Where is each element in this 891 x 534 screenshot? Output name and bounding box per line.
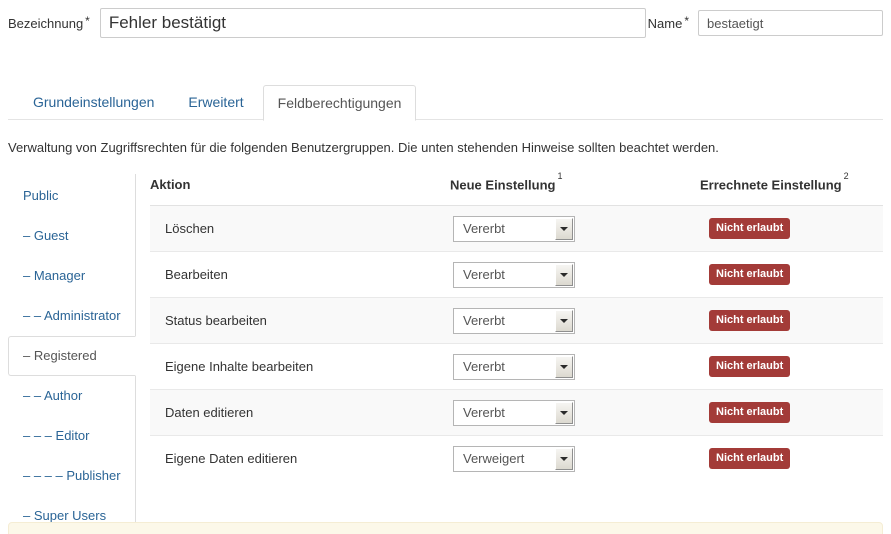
name-field-group: Name* — [648, 10, 883, 36]
status-badge: Nicht erlaubt — [709, 402, 790, 423]
title-input[interactable] — [100, 8, 646, 38]
name-label: Name* — [648, 16, 689, 31]
setting-select-value: Vererbt — [463, 309, 505, 333]
name-required-mark: * — [684, 14, 689, 28]
header-calculated-setting-footnote: 2 — [844, 171, 849, 181]
cell-calculated-setting: Nicht erlaubt — [700, 252, 883, 298]
header-action: Aktion — [150, 174, 450, 206]
group-item-registered[interactable]: – Registered — [8, 336, 136, 376]
setting-select[interactable]: Vererbt — [453, 216, 575, 242]
cell-action: Bearbeiten — [150, 252, 450, 298]
cell-calculated-setting: Nicht erlaubt — [700, 344, 883, 390]
setting-select-value: Vererbt — [463, 217, 505, 241]
setting-select[interactable]: Vererbt — [453, 400, 575, 426]
chevron-down-icon[interactable] — [555, 448, 573, 470]
setting-select[interactable]: Verweigert — [453, 446, 575, 472]
intro-text: Verwaltung von Zugriffsrechten für die f… — [8, 120, 883, 156]
header-new-setting-footnote: 1 — [557, 171, 562, 181]
table-row: Eigene Inhalte bearbeiten Vererbt Nicht er… — [150, 344, 883, 390]
setting-select[interactable]: Vererbt — [453, 308, 575, 334]
setting-select-value: Verweigert — [463, 447, 524, 471]
cell-action: Löschen — [150, 206, 450, 252]
header-action-label: Aktion — [150, 177, 190, 192]
title-required-mark: * — [85, 14, 90, 28]
table-row: Eigene Daten editieren Verweigert Nicht er… — [150, 436, 883, 482]
cell-new-setting: Vererbt — [450, 390, 700, 436]
table-row: Bearbeiten Vererbt Nicht erlaubt — [150, 252, 883, 298]
cell-new-setting: Vererbt — [450, 206, 700, 252]
cell-new-setting: Vererbt — [450, 298, 700, 344]
table-header-row: Aktion Neue Einstellung1 Errechnete Eins… — [150, 174, 883, 206]
tab-feldberechtigungen[interactable]: Feldberechtigungen — [263, 85, 417, 121]
group-item-guest[interactable]: – Guest — [8, 216, 135, 256]
header-new-setting-label: Neue Einstellung — [450, 177, 555, 192]
tab-list: GrundeinstellungenErweitertFeldberechtig… — [8, 84, 883, 120]
group-item-editor[interactable]: – – – Editor — [8, 416, 135, 456]
group-item-public[interactable]: Public — [8, 176, 135, 216]
header-new-setting: Neue Einstellung1 — [450, 174, 700, 206]
chevron-down-icon[interactable] — [555, 402, 573, 424]
setting-select-value: Vererbt — [463, 263, 505, 287]
cell-calculated-setting: Nicht erlaubt — [700, 390, 883, 436]
cell-calculated-setting: Nicht erlaubt — [700, 206, 883, 252]
cell-action: Eigene Inhalte bearbeiten — [150, 344, 450, 390]
notice-alert — [8, 522, 883, 534]
group-item-administrator[interactable]: – – Administrator — [8, 296, 135, 336]
group-item-manager[interactable]: – Manager — [8, 256, 135, 296]
setting-select-value: Vererbt — [463, 401, 505, 425]
group-item-author[interactable]: – – Author — [8, 376, 135, 416]
cell-new-setting: Vererbt — [450, 252, 700, 298]
cell-action: Eigene Daten editieren — [150, 436, 450, 482]
status-badge: Nicht erlaubt — [709, 356, 790, 377]
cell-calculated-setting: Nicht erlaubt — [700, 436, 883, 482]
form-header: Bezeichnung* Name* — [8, 0, 883, 38]
permissions-table-head: Aktion Neue Einstellung1 Errechnete Eins… — [150, 174, 883, 206]
cell-action: Daten editieren — [150, 390, 450, 436]
cell-calculated-setting: Nicht erlaubt — [700, 298, 883, 344]
setting-select[interactable]: Vererbt — [453, 262, 575, 288]
tab-bar: GrundeinstellungenErweitertFeldberechtig… — [8, 84, 883, 120]
status-badge: Nicht erlaubt — [709, 218, 790, 239]
chevron-down-icon[interactable] — [555, 310, 573, 332]
title-field-group: Bezeichnung* — [8, 8, 646, 38]
tab-grundeinstellungen[interactable]: Grundeinstellungen — [18, 84, 169, 120]
chevron-down-icon[interactable] — [555, 356, 573, 378]
tab-erweitert[interactable]: Erweitert — [173, 84, 258, 120]
chevron-down-icon[interactable] — [555, 264, 573, 286]
status-badge: Nicht erlaubt — [709, 310, 790, 331]
permissions-table-body: Löschen Vererbt Nicht erlaubt Bearbeiten Ver… — [150, 206, 883, 482]
table-row: Daten editieren Vererbt Nicht erlaubt — [150, 390, 883, 436]
setting-select-value: Vererbt — [463, 355, 505, 379]
setting-select[interactable]: Vererbt — [453, 354, 575, 380]
permissions-panel: Public– Guest– Manager– – Administrator–… — [8, 174, 883, 534]
table-row: Status bearbeiten Vererbt Nicht erlaubt — [150, 298, 883, 344]
cell-new-setting: Verweigert — [450, 436, 700, 482]
name-input[interactable] — [698, 10, 883, 36]
header-calculated-setting: Errechnete Einstellung2 — [700, 174, 883, 206]
user-group-list: Public– Guest– Manager– – Administrator–… — [8, 174, 136, 534]
header-calculated-setting-label: Errechnete Einstellung — [700, 177, 842, 192]
title-label: Bezeichnung* — [8, 16, 90, 31]
permissions-page: Bezeichnung* Name* GrundeinstellungenErw… — [0, 0, 891, 534]
permissions-table: Aktion Neue Einstellung1 Errechnete Eins… — [150, 174, 883, 481]
status-badge: Nicht erlaubt — [709, 448, 790, 469]
permissions-table-area: Aktion Neue Einstellung1 Errechnete Eins… — [136, 174, 883, 534]
table-row: Löschen Vererbt Nicht erlaubt — [150, 206, 883, 252]
cell-action: Status bearbeiten — [150, 298, 450, 344]
group-item-publisher[interactable]: – – – – Publisher — [8, 456, 135, 496]
chevron-down-icon[interactable] — [555, 218, 573, 240]
status-badge: Nicht erlaubt — [709, 264, 790, 285]
cell-new-setting: Vererbt — [450, 344, 700, 390]
